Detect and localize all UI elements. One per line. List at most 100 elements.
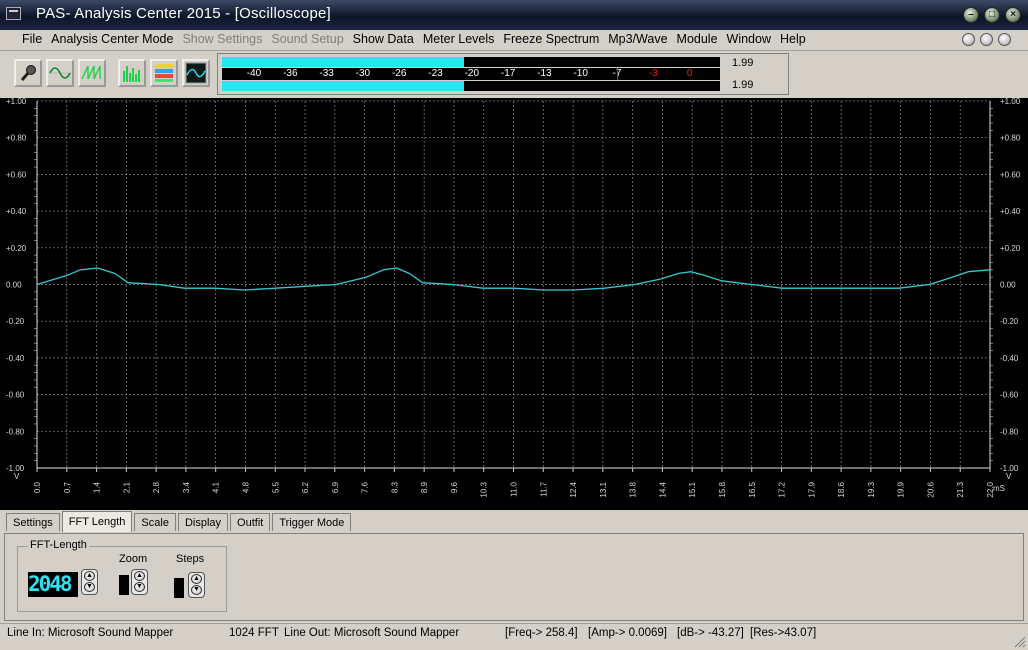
resize-grip-icon[interactable] [1014, 636, 1026, 648]
meter-tick-label: -40 [246, 68, 262, 79]
y-tick-label-left: -0.40 [6, 354, 25, 363]
left-level-bar [222, 57, 720, 67]
fft-length-display: 2048 [28, 572, 78, 597]
y-tick-label-right: +1.00 [1000, 98, 1021, 106]
meter-tick-label: 0 [686, 68, 693, 79]
menu-meter-levels[interactable]: Meter Levels [423, 32, 495, 46]
steps-up-arrow-icon[interactable]: ▲ [191, 574, 202, 584]
status-bar: Line In: Microsoft Sound Mapper 1024 FFT… [0, 623, 1028, 650]
x-tick-label: 8.3 [390, 481, 399, 493]
minimize-button[interactable]: – [963, 7, 979, 23]
menu-analysis-center-mode[interactable]: Analysis Center Mode [51, 32, 173, 46]
x-tick-label: 8.9 [420, 481, 429, 493]
right-level-value: 1.99 [732, 79, 754, 91]
menu-module[interactable]: Module [677, 32, 718, 46]
tab-scale[interactable]: Scale [134, 513, 176, 531]
x-tick-label: 19.3 [867, 481, 876, 497]
menu-freeze-spectrum[interactable]: Freeze Spectrum [503, 32, 599, 46]
x-tick-label: 16.5 [748, 481, 757, 497]
tab-trigger-mode[interactable]: Trigger Mode [272, 513, 352, 531]
x-tick-label: 13.8 [629, 481, 638, 497]
sawtooth-generator-button[interactable] [78, 59, 106, 87]
status-fft: 1024 FFT [229, 627, 279, 639]
tab-display[interactable]: Display [177, 513, 229, 531]
status-line-in: Line In: Microsoft Sound Mapper [7, 627, 174, 639]
steps-spinner[interactable]: ▲ ▼ [188, 572, 205, 598]
maximize-button[interactable]: □ [984, 7, 1000, 23]
zoom-up-arrow-icon[interactable]: ▲ [134, 571, 145, 581]
tab-outfit[interactable]: Outfit [230, 513, 271, 531]
oscilloscope-display[interactable]: 0.0 0.7 1.4 2.1 2.8 3.4 4.1 4.8 5.5 6.2 6.9 7.6 8.3 8… [0, 98, 1028, 510]
fft-length-group: FFT-Length 2048 ▲ ▼ Zoom ▲ ▼ Steps ▲ ▼ [17, 539, 227, 612]
x-tick-label: 11.0 [510, 481, 519, 497]
fft-length-spinner[interactable]: ▲ ▼ [81, 569, 98, 595]
app-icon[interactable] [6, 7, 21, 20]
left-level-value: 1.99 [732, 57, 754, 69]
x-tick-label: 4.8 [241, 481, 250, 493]
left-level-fill [222, 57, 464, 67]
meter-tick-label: -30 [355, 68, 371, 79]
tab-settings[interactable]: Settings [6, 513, 60, 531]
close-button[interactable]: × [1005, 7, 1021, 23]
status-res: [Res->43.07] [750, 627, 817, 639]
tab-fft-length[interactable]: FFT Length [61, 511, 133, 532]
zoom-down-arrow-icon[interactable]: ▼ [134, 582, 145, 592]
fft-up-arrow-icon[interactable]: ▲ [84, 571, 95, 581]
menu-show-data[interactable]: Show Data [353, 32, 414, 46]
steps-down-arrow-icon[interactable]: ▼ [191, 585, 202, 595]
mdi-close-button[interactable] [998, 33, 1011, 46]
meter-tick-label: -13 [537, 68, 552, 79]
x-tick-label: 1.4 [93, 481, 102, 493]
fft-down-arrow-icon[interactable]: ▼ [84, 582, 95, 592]
sawtooth-wave-icon [81, 65, 101, 80]
menu-help[interactable]: Help [780, 32, 806, 46]
x-tick-label: 13.1 [599, 481, 608, 497]
zoom-spinner[interactable]: ▲ ▼ [131, 569, 148, 595]
x-tick-label: 5.5 [271, 481, 280, 493]
y-tick-label-right: +0.20 [1000, 244, 1021, 253]
y-unit-right: V [1006, 472, 1012, 481]
meter-tick-label: -10 [573, 68, 588, 79]
x-tick-label: 11.7 [539, 481, 548, 497]
x-tick-label: 4.1 [212, 481, 221, 493]
steps-label: Steps [176, 553, 205, 565]
x-unit-label: mS [993, 484, 1005, 493]
zoom-display [119, 575, 129, 595]
y-tick-label-left: +0.60 [6, 170, 27, 179]
x-tick-label: 20.6 [926, 481, 935, 497]
spectrogram-icon [155, 64, 173, 82]
y-tick-label-right: -0.80 [1000, 427, 1019, 436]
x-tick-label: 7.6 [361, 481, 370, 493]
y-tick-label-left: +1.00 [6, 98, 27, 106]
sine-generator-button[interactable] [46, 59, 74, 87]
oscilloscope-icon [185, 62, 207, 84]
meter-tick-label: -23 [428, 68, 443, 79]
mdi-restore-button[interactable] [980, 33, 993, 46]
oscilloscope-button[interactable] [182, 59, 210, 87]
right-level-fill [222, 81, 464, 91]
menu-bar: File Analysis Center Mode Show Settings Sou… [0, 30, 1028, 51]
mdi-minimize-button[interactable] [962, 33, 975, 46]
oscilloscope-plot: 0.0 0.7 1.4 2.1 2.8 3.4 4.1 4.8 5.5 6.2 6.9 7.6 8.3 8… [6, 98, 1021, 498]
menu-file[interactable]: File [22, 32, 42, 46]
spectrogram-button[interactable] [150, 59, 178, 87]
spectrum-icon [123, 66, 140, 82]
microphone-button[interactable] [14, 59, 42, 87]
menu-sound-setup[interactable]: Sound Setup [271, 32, 343, 46]
menu-window[interactable]: Window [727, 32, 771, 46]
meter-tick-label: -26 [391, 68, 407, 79]
settings-tabs: Settings FFT Length Scale Display Outfit Trig… [6, 511, 353, 533]
y-tick-label-left: +0.20 [6, 244, 27, 253]
x-tick-label: 15.8 [718, 481, 727, 497]
x-tick-label: 18.6 [837, 481, 846, 497]
window-title: PAS- Analysis Center 2015 - [Oscilloscop… [36, 5, 331, 22]
y-tick-label-right: +0.60 [1000, 170, 1021, 179]
y-tick-label-left: 0.00 [6, 281, 22, 290]
menu-show-settings[interactable]: Show Settings [182, 32, 262, 46]
menu-mp3-wave[interactable]: Mp3/Wave [608, 32, 667, 46]
spectrum-button[interactable] [118, 59, 146, 87]
meter-tick-label: -33 [319, 68, 334, 79]
x-tick-label: 17.9 [807, 481, 816, 497]
y-tick-label-right: -0.60 [1000, 391, 1019, 400]
y-tick-label-left: +0.40 [6, 207, 27, 216]
